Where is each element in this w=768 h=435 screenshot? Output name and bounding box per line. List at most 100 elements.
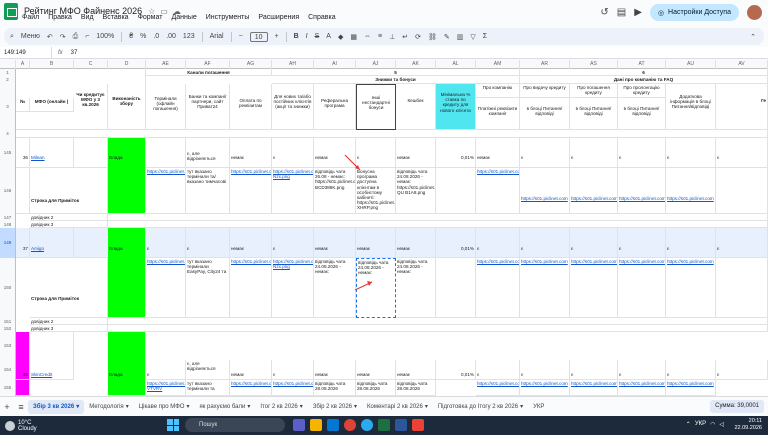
row-145-header[interactable]: 145 — [0, 138, 16, 168]
col-ae[interactable]: AE — [146, 60, 186, 69]
row-3-header[interactable]: 3 — [0, 84, 16, 130]
formula-input[interactable]: 37 — [63, 50, 78, 56]
header-new-clients[interactable]: Для нових та/або постійних клієнтів (акц… — [272, 84, 314, 130]
cut-note[interactable] — [716, 168, 768, 214]
group-discounts[interactable]: Знижки та бонуси — [272, 76, 520, 84]
row-4-blank[interactable] — [16, 130, 768, 138]
referral-cell-3[interactable]: немає — [314, 360, 356, 380]
col-ai[interactable]: AI — [314, 60, 356, 69]
currency-button[interactable]: ₴ — [129, 33, 133, 40]
col-at[interactable]: AT — [618, 60, 666, 69]
about-link-2[interactable]: https://s01.piclinet.com — [476, 258, 520, 318]
repay-link-2[interactable]: https://s01.piclinet.com — [570, 258, 618, 318]
mfo-name-skincredit[interactable]: SkinCredit — [30, 332, 74, 380]
about-cell-3[interactable]: є — [476, 360, 520, 380]
req-pay-link[interactable]: https://s01.piclinet.com — [230, 168, 272, 214]
mfo-status-skincredit[interactable]: Влада — [108, 332, 146, 396]
cut-cell-2[interactable]: є — [716, 228, 768, 258]
valign-icon[interactable]: ⊥ — [389, 33, 395, 41]
extra-link-3[interactable]: https://s01.piclinet.com — [666, 380, 716, 396]
menu-format[interactable]: Формат — [138, 14, 163, 26]
windows-start-icon[interactable] — [167, 419, 179, 431]
collapse-toolbar-icon[interactable]: ⌃ — [750, 33, 756, 41]
comment-add-icon[interactable]: ✎ — [444, 33, 450, 41]
cut-note-2[interactable] — [716, 258, 768, 318]
terminals-cell-2[interactable]: є — [146, 228, 186, 258]
notes-label[interactable]: Строка для Приміток — [30, 168, 108, 214]
col-am[interactable]: AM — [476, 60, 520, 69]
req-pay-link-2[interactable]: https://s01.piclinet.com — [230, 258, 272, 318]
increase-decimals-button[interactable]: .00 — [166, 33, 176, 40]
extra-link-2[interactable]: https://s01.piclinet.com — [666, 258, 716, 318]
repay-cell[interactable]: є — [570, 138, 618, 168]
referral-note-3[interactable]: відповідь чата 28.08.2026 — [314, 380, 356, 396]
col-b[interactable]: B — [30, 60, 74, 69]
name-box[interactable]: 149:149 — [0, 47, 52, 58]
min-rate-cell-3[interactable]: 0,01% — [436, 360, 476, 380]
issue-link[interactable]: https://s01.piclinet.com — [520, 168, 570, 214]
word-icon[interactable] — [395, 419, 407, 431]
text-color-icon[interactable]: A — [326, 33, 331, 40]
telegram-icon[interactable] — [361, 419, 373, 431]
paint-format-icon[interactable]: ⌐ — [85, 33, 89, 40]
header-terminals[interactable]: Термінали (офлайн погашення) — [146, 84, 186, 130]
col-d[interactable]: D — [108, 60, 146, 69]
min-rate-note-2[interactable] — [436, 258, 476, 318]
extend-cell[interactable]: є — [618, 138, 666, 168]
video-call-icon[interactable]: ▶ — [634, 7, 642, 18]
repay-link[interactable]: https://s01.piclinet.com — [570, 168, 618, 214]
header-in-block-1[interactable]: в блоці Питання/відповіді — [520, 98, 570, 130]
fill-color-icon[interactable]: ◆ — [338, 33, 343, 41]
group-company-faq[interactable]: Дані про компанію та FAQ — [520, 76, 768, 84]
other-bonus-note-3[interactable]: відповідь чата 28.08.2026 — [356, 380, 396, 396]
taskbar-search-input[interactable]: Пошук — [185, 418, 285, 432]
wifi-icon[interactable]: ◠ — [710, 421, 715, 428]
header-referral[interactable]: Реферальна програма — [314, 84, 356, 130]
header-repay[interactable]: Про погашення кредиту — [570, 84, 618, 98]
group-number-6[interactable]: 6 — [520, 69, 768, 76]
rotate-icon[interactable]: ⟳ — [415, 33, 421, 41]
font-size-input[interactable]: 10 — [249, 31, 268, 42]
banks-note-3[interactable]: тут вказано термінали та — [186, 380, 230, 396]
col-ar[interactable]: AR — [520, 60, 570, 69]
row-151-header[interactable]: 151 — [0, 318, 16, 325]
menu-insert[interactable]: Вставка — [103, 14, 129, 26]
dovidnik-2-label-b[interactable]: довідник 2 — [30, 318, 108, 325]
tab-sheet-7[interactable]: Коментарі 2 кв 2026 ▾ — [362, 400, 433, 414]
tab-sheet-4[interactable]: як рахуємо бали ▾ — [194, 400, 255, 414]
menu-file[interactable]: Файл — [22, 14, 39, 26]
issue-cell-3[interactable]: є — [520, 360, 570, 380]
terminals-cell[interactable] — [146, 138, 186, 168]
extend-cell-2[interactable]: є — [618, 228, 666, 258]
about-cell-2[interactable]: є — [476, 228, 520, 258]
notes-label-2[interactable]: Строка для Приміток — [30, 258, 108, 318]
row-147-header[interactable]: 147 — [0, 214, 16, 221]
col-au[interactable]: AU — [666, 60, 716, 69]
tab-sheet-2[interactable]: Методологія ▾ — [84, 400, 134, 414]
terminals-link-2[interactable]: https://s01.piclinet.com — [146, 258, 186, 318]
tab-sheet-9[interactable]: УКР — [528, 400, 549, 414]
cashback-note[interactable]: відповідь чата 24.08.2026 - немає: https… — [396, 168, 436, 214]
terminals-cell-3[interactable]: є — [146, 360, 186, 380]
volume-icon[interactable]: ◁ — [719, 421, 724, 428]
terminals-link-3[interactable]: https://s01.piclinet.com/i/t-VTVRV — [146, 380, 186, 396]
dovidnik-2-row[interactable] — [108, 214, 768, 221]
link-icon[interactable]: ⛓ — [428, 33, 437, 41]
col-ak[interactable]: AK — [396, 60, 436, 69]
mfo-name-milean[interactable]: Milean — [30, 138, 74, 168]
borders-icon[interactable]: ▦ — [350, 33, 357, 41]
mfo-credits[interactable] — [74, 138, 108, 168]
corner-cell[interactable] — [0, 60, 16, 69]
issue-cell-2[interactable]: є — [520, 228, 570, 258]
header-other-bonus[interactable]: Інші нестандартні бонуси — [356, 84, 396, 130]
cashback-cell-2[interactable]: немає — [396, 228, 436, 258]
sheets-logo-icon[interactable] — [4, 2, 18, 20]
dovidnik-3-label-b[interactable]: довідник 3 — [30, 325, 108, 332]
row-152-header[interactable]: 152 — [0, 325, 16, 332]
menu-view[interactable]: Вид — [81, 14, 94, 26]
cashback-cell[interactable]: немає — [396, 138, 436, 168]
excel-icon[interactable] — [378, 419, 390, 431]
font-select[interactable]: Arial — [210, 33, 224, 40]
weather-widget[interactable]: 10°C Cloudy — [5, 420, 37, 432]
dovidnik-3-row[interactable] — [108, 221, 768, 228]
